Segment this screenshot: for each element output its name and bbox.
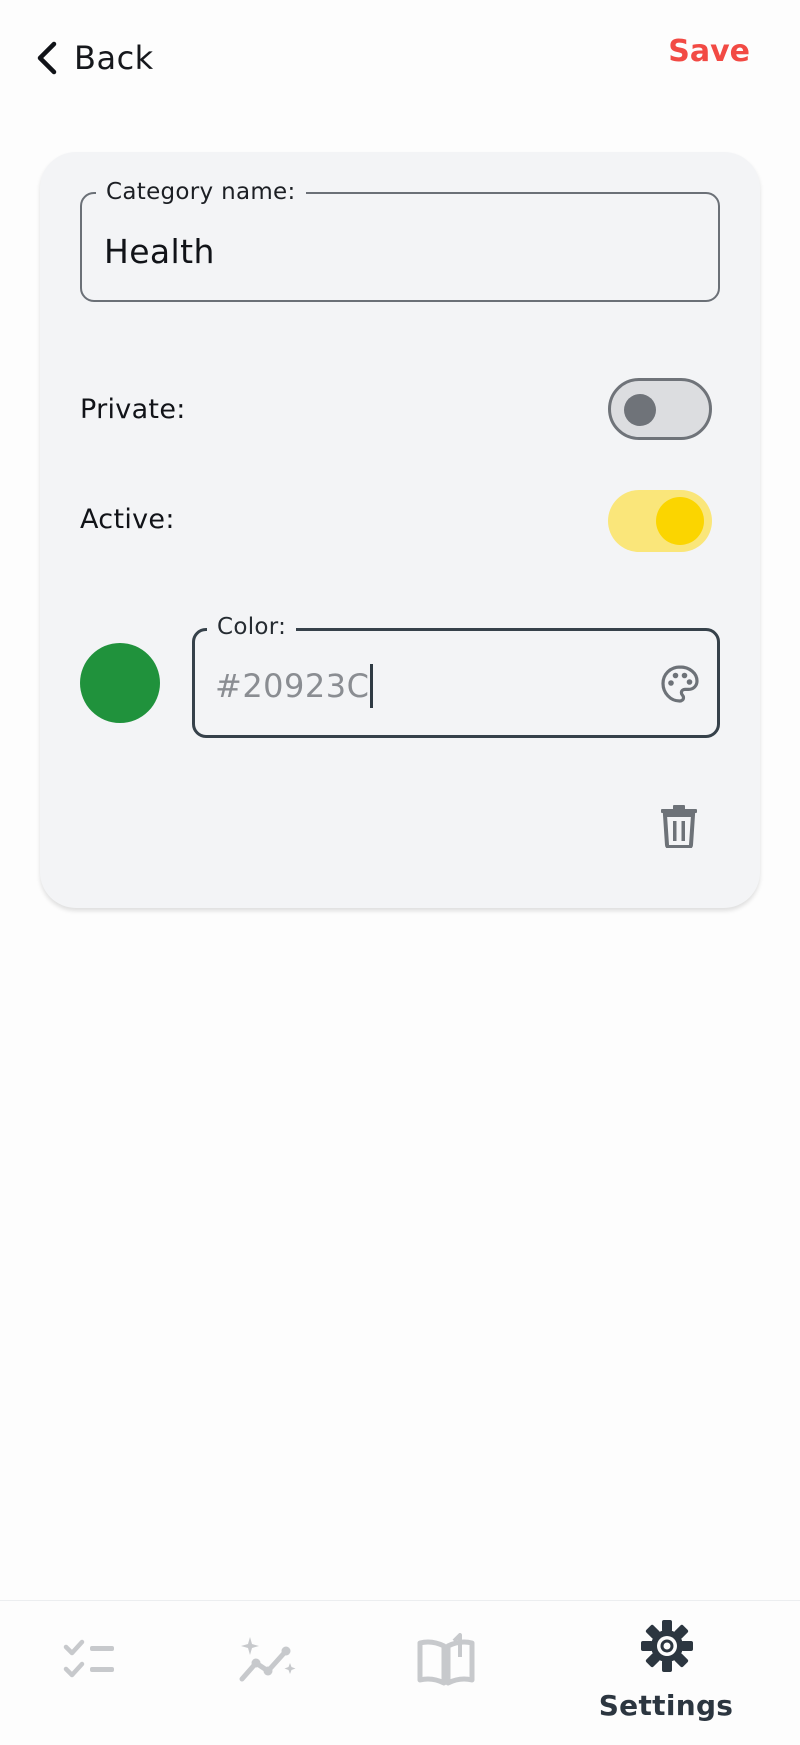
header: Back Save bbox=[0, 0, 800, 115]
nav-settings-label: Settings bbox=[598, 1689, 734, 1722]
color-value: #20923C bbox=[215, 667, 370, 705]
private-toggle-knob bbox=[624, 394, 656, 426]
nav-stats[interactable] bbox=[188, 1601, 348, 1745]
back-label: Back bbox=[74, 39, 154, 77]
category-edit-card: Category name: Health Private: Active: C… bbox=[40, 152, 760, 908]
color-field[interactable]: Color: #20923C bbox=[192, 613, 720, 738]
stats-sparkle-chart-icon bbox=[239, 1637, 296, 1682]
back-button[interactable]: Back bbox=[34, 30, 154, 86]
color-legend: Color: bbox=[207, 613, 297, 641]
active-label: Active: bbox=[80, 504, 175, 535]
active-toggle[interactable] bbox=[608, 490, 712, 552]
tasks-checklist-icon bbox=[63, 1639, 114, 1678]
color-swatch[interactable] bbox=[80, 643, 160, 723]
private-label: Private: bbox=[80, 394, 186, 425]
nav-settings[interactable]: Settings bbox=[586, 1601, 746, 1745]
category-name-legend: Category name: bbox=[96, 178, 306, 206]
chevron-left-icon bbox=[37, 41, 57, 75]
delete-trash-icon[interactable] bbox=[658, 804, 700, 848]
active-toggle-knob bbox=[656, 497, 704, 545]
settings-gear-icon bbox=[641, 1620, 693, 1672]
color-input[interactable]: #20923C bbox=[215, 663, 374, 709]
text-caret bbox=[370, 664, 374, 708]
nav-journal[interactable] bbox=[366, 1601, 526, 1745]
private-toggle[interactable] bbox=[608, 378, 712, 440]
journal-book-icon bbox=[417, 1633, 475, 1686]
nav-tasks[interactable] bbox=[10, 1601, 170, 1745]
bottom-nav: Settings bbox=[0, 1600, 800, 1744]
category-name-value: Health bbox=[104, 232, 215, 271]
save-button[interactable]: Save bbox=[668, 34, 750, 69]
palette-icon[interactable] bbox=[659, 663, 701, 705]
category-name-field[interactable]: Category name: Health bbox=[80, 178, 720, 302]
